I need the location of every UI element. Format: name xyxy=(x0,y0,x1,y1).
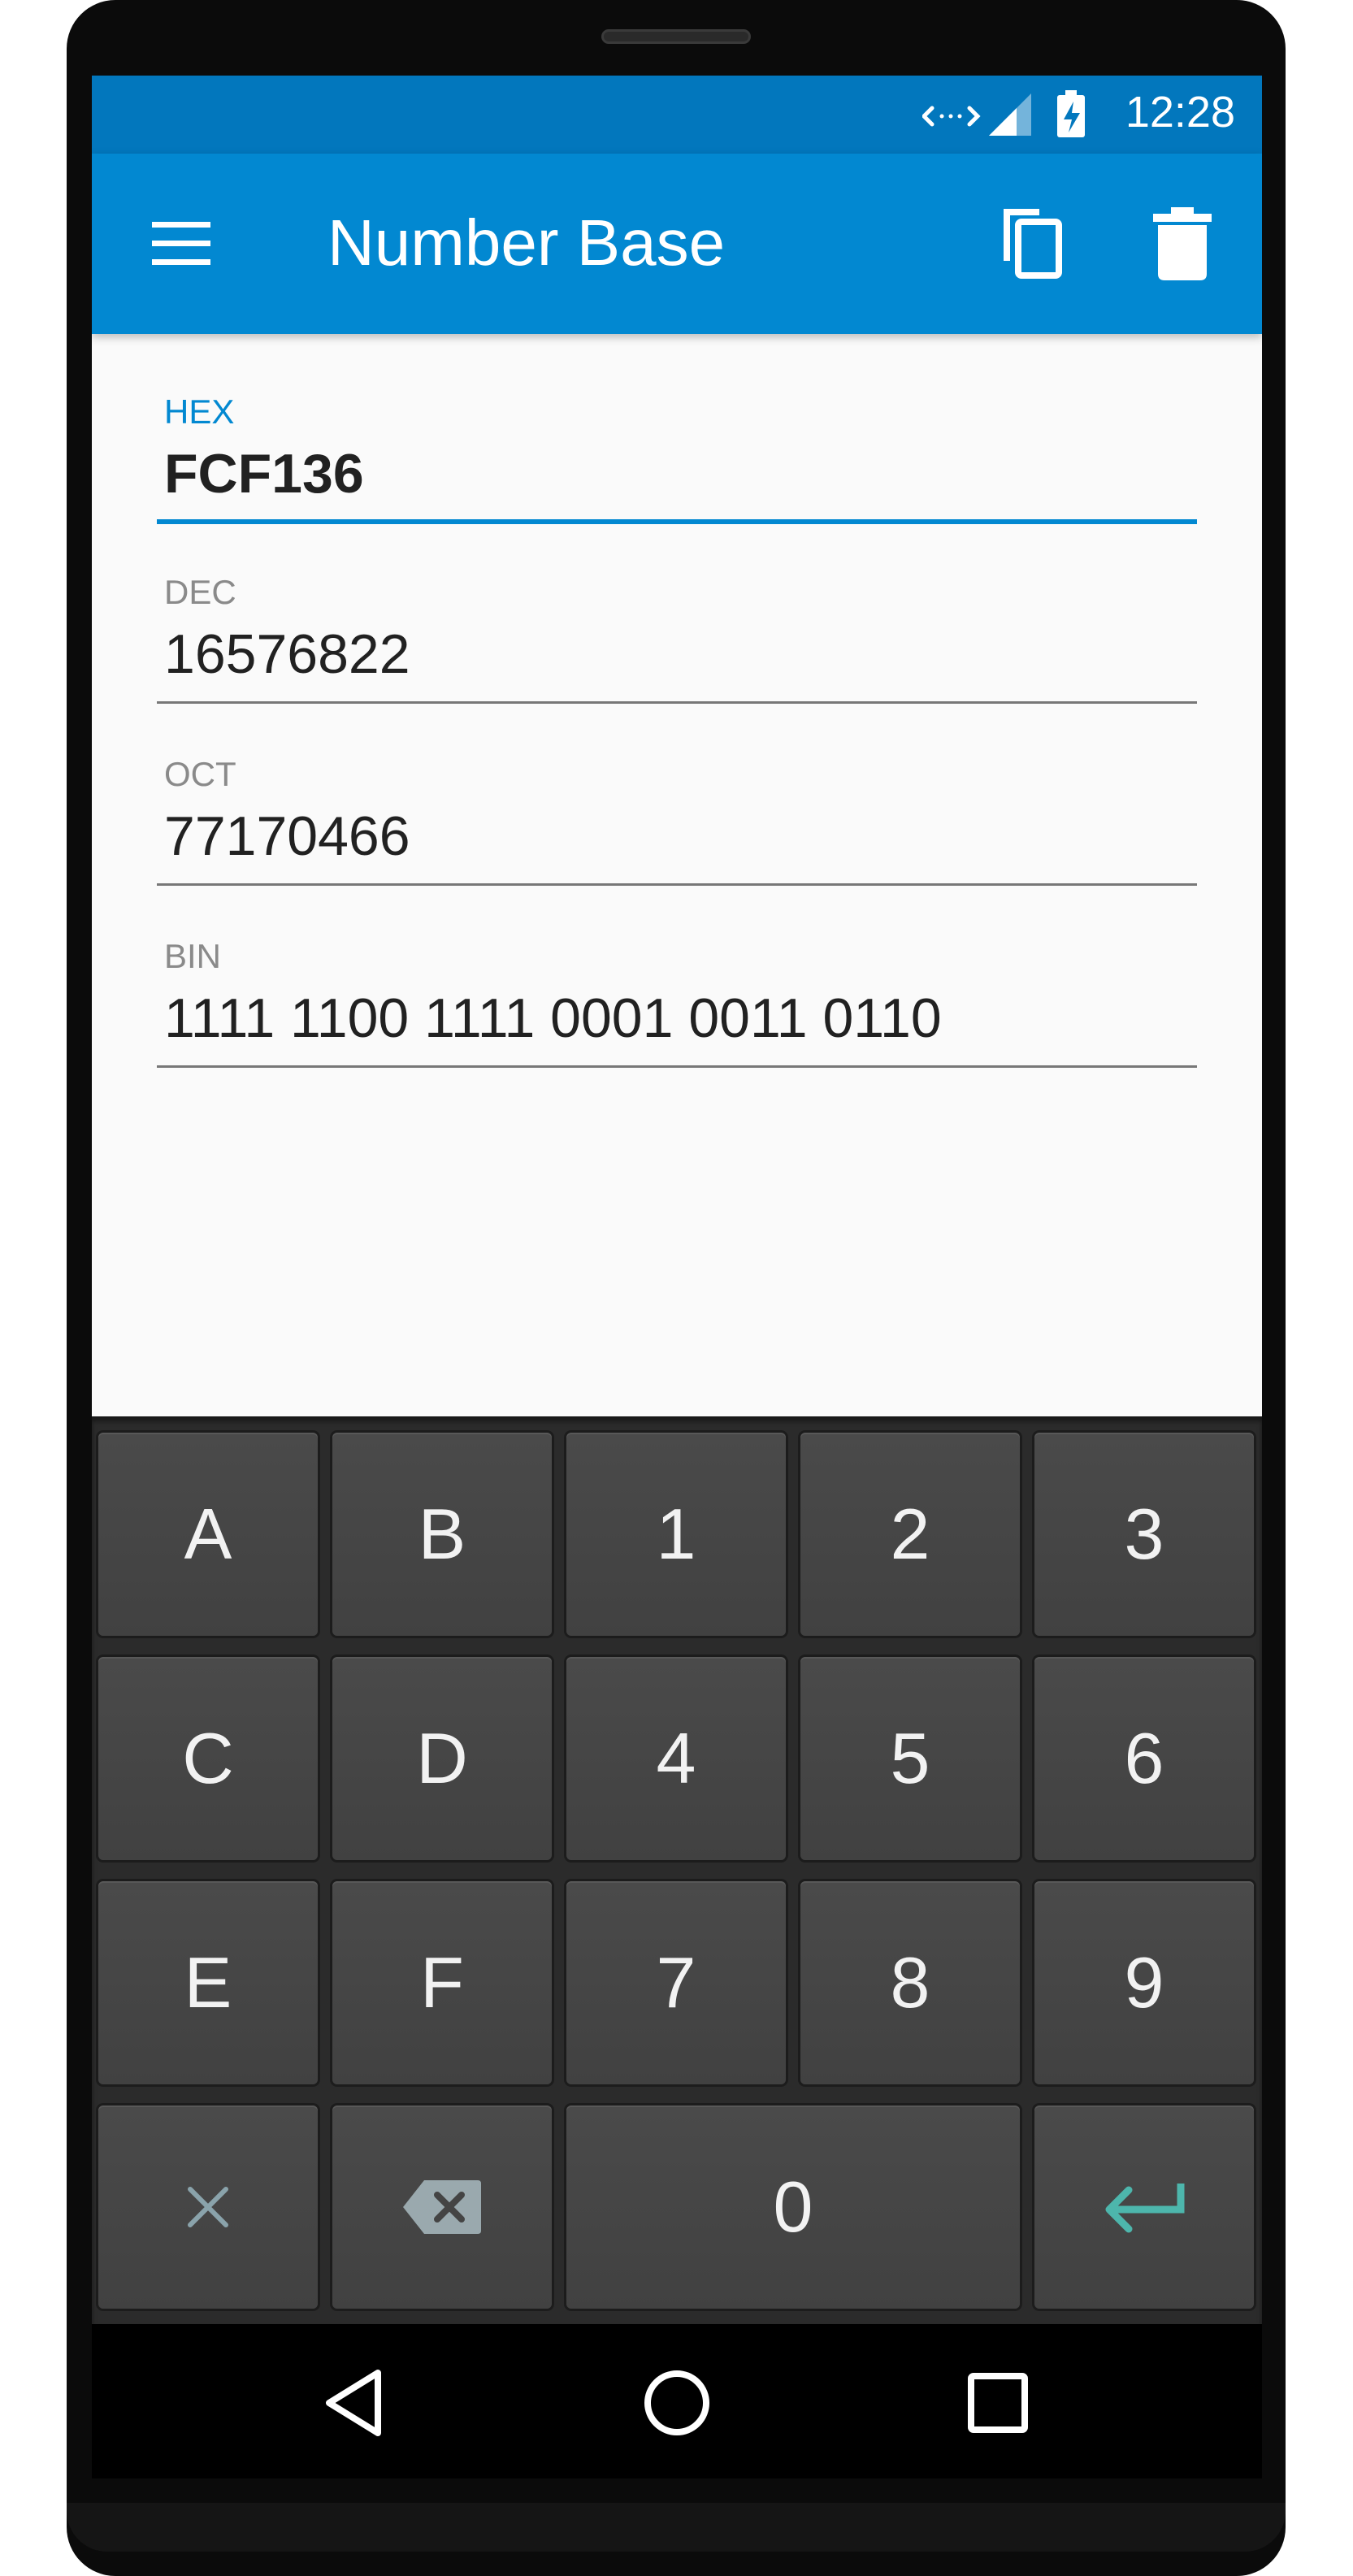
battery-charging-icon xyxy=(1057,90,1085,137)
key-6[interactable]: 6 xyxy=(1034,1657,1254,1860)
copy-icon[interactable] xyxy=(992,202,1070,284)
clear-key[interactable] xyxy=(98,2105,318,2309)
home-icon[interactable] xyxy=(640,2366,713,2439)
enter-key[interactable] xyxy=(1034,2105,1254,2309)
oct-input[interactable] xyxy=(157,796,1197,877)
key-1[interactable]: 1 xyxy=(566,1433,786,1636)
device-speaker xyxy=(601,29,751,44)
status-bar: 12:28 xyxy=(92,76,1262,154)
key-c[interactable]: C xyxy=(98,1657,318,1860)
close-icon xyxy=(188,2187,228,2227)
recents-icon[interactable] xyxy=(961,2366,1034,2439)
dec-input[interactable] xyxy=(157,614,1197,695)
status-icons xyxy=(922,90,1085,137)
backspace-key[interactable] xyxy=(332,2105,552,2309)
oct-label: OCT xyxy=(164,755,236,793)
key-e[interactable]: E xyxy=(98,1881,318,2084)
backspace-icon xyxy=(403,2180,481,2234)
key-8[interactable]: 8 xyxy=(800,1881,1020,2084)
menu-icon[interactable] xyxy=(149,215,214,272)
oct-underline xyxy=(157,883,1197,886)
key-0[interactable]: 0 xyxy=(566,2105,1020,2309)
status-time: 12:28 xyxy=(1125,88,1235,137)
dec-field[interactable]: DEC xyxy=(157,573,1197,735)
bin-label: BIN xyxy=(164,937,222,975)
dec-underline xyxy=(157,701,1197,704)
key-a[interactable]: A xyxy=(98,1433,318,1636)
key-2[interactable]: 2 xyxy=(800,1433,1020,1636)
key-5[interactable]: 5 xyxy=(800,1657,1020,1860)
oct-field[interactable]: OCT xyxy=(157,755,1197,917)
key-4[interactable]: 4 xyxy=(566,1657,786,1860)
key-b[interactable]: B xyxy=(332,1433,552,1636)
key-d[interactable]: D xyxy=(332,1657,552,1860)
device-chin xyxy=(67,2503,1286,2552)
hex-label: HEX xyxy=(164,392,235,431)
hex-field[interactable]: HEX xyxy=(157,392,1197,555)
app-screen: 12:28 Number Base HEX DEC OCT xyxy=(92,76,1262,2324)
enter-icon xyxy=(1105,2184,1185,2233)
key-3[interactable]: 3 xyxy=(1034,1433,1254,1636)
bin-input[interactable] xyxy=(157,978,1197,1059)
cell-signal-icon xyxy=(989,93,1031,136)
bin-field[interactable]: BIN xyxy=(157,937,1197,1099)
app-bar: Number Base xyxy=(92,154,1262,334)
key-f[interactable]: F xyxy=(332,1881,552,2084)
hex-underline xyxy=(157,519,1197,524)
data-sync-icon xyxy=(922,106,981,127)
back-icon[interactable] xyxy=(319,2366,392,2439)
key-7[interactable]: 7 xyxy=(566,1881,786,2084)
hex-input[interactable] xyxy=(157,433,1197,514)
delete-icon[interactable] xyxy=(1148,204,1216,285)
key-9[interactable]: 9 xyxy=(1034,1881,1254,2084)
keypad: A B 1 2 3 C D 4 5 6 E F 7 8 9 0 xyxy=(92,1416,1262,2324)
app-title: Number Base xyxy=(327,206,726,279)
bin-underline xyxy=(157,1065,1197,1068)
dec-label: DEC xyxy=(164,573,236,611)
navigation-bar xyxy=(92,2324,1262,2478)
